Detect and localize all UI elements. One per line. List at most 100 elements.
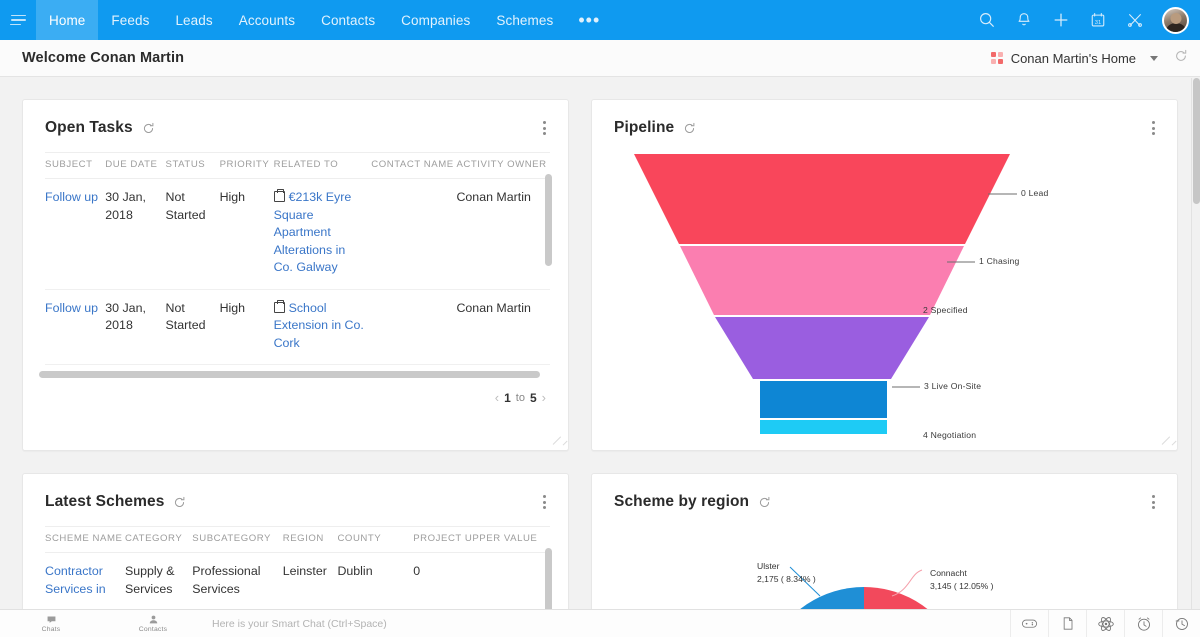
scheme-name-link[interactable]: Contractor Services in <box>45 564 106 596</box>
funnel-label-specified: 2 Specified <box>923 305 968 315</box>
col-contact-name[interactable]: CONTACT NAME <box>371 152 457 179</box>
col-county[interactable]: COUNTY <box>337 526 414 553</box>
funnel-label-live-onsite: 3 Live On-Site <box>924 381 982 391</box>
nav-tab-label: Leads <box>175 12 213 28</box>
cell-due-date: 30 Jan, 2018 <box>105 289 166 365</box>
bottom-item-chats[interactable]: Chats <box>0 614 102 633</box>
nav-tab-accounts[interactable]: Accounts <box>226 0 308 40</box>
col-subcategory[interactable]: SUBCATEGORY <box>192 526 283 553</box>
related-to-link[interactable]: School Extension in Co. Cork <box>274 301 364 350</box>
home-view-selector[interactable]: Conan Martin's Home <box>990 51 1158 66</box>
smart-chat-input[interactable]: Here is your Smart Chat (Ctrl+Space) <box>204 618 1010 630</box>
nav-tab-label: Feeds <box>111 12 150 28</box>
notes-icon[interactable] <box>1048 610 1086 637</box>
col-status[interactable]: STATUS <box>165 152 220 179</box>
refresh-icon[interactable] <box>142 122 155 135</box>
table-horizontal-scrollbar[interactable] <box>39 371 540 378</box>
col-scheme-name[interactable]: SCHEME NAME <box>45 526 125 553</box>
refresh-icon[interactable] <box>683 122 696 135</box>
pipeline-widget: Pipeline 0 Lead 1 Chasing 2 Specified 3 … <box>591 99 1178 451</box>
pipeline-funnel-chart: 0 Lead 1 Chasing 2 Specified 3 Live On-S… <box>592 144 1177 444</box>
nav-tab-leads[interactable]: Leads <box>162 0 225 40</box>
scheme-by-region-header: Scheme by region <box>592 474 1177 512</box>
kebab-menu-icon[interactable] <box>539 118 550 138</box>
nav-more-icon[interactable]: ••• <box>566 0 612 40</box>
kebab-menu-icon[interactable] <box>1148 492 1159 512</box>
nav-tab-schemes[interactable]: Schemes <box>483 0 566 40</box>
col-due-date[interactable]: DUE DATE <box>105 152 166 179</box>
next-page-button[interactable]: › <box>542 390 546 405</box>
nav-tab-label: Accounts <box>238 12 296 28</box>
prev-page-button[interactable]: ‹ <box>495 390 499 405</box>
cell-project-upper-value: 0 <box>413 552 550 611</box>
table-header-row: SCHEME NAME CATEGORY SUBCATEGORY REGION … <box>45 526 550 553</box>
col-related-to[interactable]: RELATED TO <box>273 152 372 179</box>
dashboard-row-1: Open Tasks SUBJECT DUE DATE STATUS PRIOR… <box>22 99 1178 451</box>
pie-label-connacht-value: 3,145 ( 12.05% ) <box>930 581 994 591</box>
avatar[interactable] <box>1162 6 1189 34</box>
open-tasks-header: Open Tasks <box>23 100 568 138</box>
cell-subject: Follow up <box>45 289 106 365</box>
resize-handle[interactable] <box>1161 434 1173 446</box>
search-icon[interactable] <box>977 10 997 30</box>
refresh-icon[interactable] <box>1174 49 1188 68</box>
pie-label-ulster-name: Ulster <box>757 561 780 571</box>
page-title: Welcome Conan Martin <box>22 50 185 66</box>
nav-tab-home[interactable]: Home <box>36 0 99 40</box>
bottom-item-label: Chats <box>41 626 61 633</box>
kebab-menu-icon[interactable] <box>539 492 550 512</box>
cell-activity-owner: Conan Martin <box>456 178 550 290</box>
scrollbar-thumb[interactable] <box>1193 78 1200 204</box>
notifications-bell-icon[interactable] <box>1014 10 1034 30</box>
game-controller-icon[interactable] <box>1010 610 1048 637</box>
recent-history-icon[interactable] <box>1162 610 1200 637</box>
bottom-item-contacts[interactable]: Contacts <box>102 614 204 633</box>
cell-contact-name <box>371 178 457 290</box>
nav-tab-list: Home Feeds Leads Accounts Contacts Compa… <box>36 0 612 40</box>
col-priority[interactable]: PRIORITY <box>219 152 274 179</box>
resize-handle[interactable] <box>552 434 564 446</box>
related-to-link[interactable]: €213k Eyre Square Apartment Alterations … <box>274 190 352 274</box>
table-row: Follow up 30 Jan, 2018 Not Started High … <box>45 178 550 290</box>
funnel-segment-chasing <box>680 246 964 315</box>
nav-tab-label: Home <box>49 12 86 28</box>
nav-tab-companies[interactable]: Companies <box>388 0 483 40</box>
nav-tab-label: Schemes <box>496 12 554 28</box>
bottom-bar: Chats Contacts Here is your Smart Chat (… <box>0 609 1200 637</box>
tools-icon[interactable] <box>1125 10 1145 30</box>
calendar-icon[interactable]: 31 <box>1088 10 1108 30</box>
cell-due-date: 30 Jan, 2018 <box>105 178 166 290</box>
hamburger-icon[interactable] <box>0 0 36 40</box>
table-row: Contractor Services in Supply & Services… <box>45 552 550 611</box>
top-navigation-bar: Home Feeds Leads Accounts Contacts Compa… <box>0 0 1200 40</box>
kebab-menu-icon[interactable] <box>1148 118 1159 138</box>
funnel-label-lead: 0 Lead <box>1021 188 1049 198</box>
nav-tab-feeds[interactable]: Feeds <box>98 0 162 40</box>
col-category[interactable]: CATEGORY <box>124 526 193 553</box>
chevron-down-icon[interactable] <box>1150 55 1158 61</box>
col-project-upper-value[interactable]: PROJECT UPPER VALUE <box>413 526 550 553</box>
pie-leader-connacht <box>891 569 923 597</box>
page-vertical-scrollbar[interactable] <box>1191 78 1200 609</box>
cell-category: Supply & Services <box>124 552 193 611</box>
cell-status: Not Started <box>165 289 220 365</box>
table-vertical-scrollbar[interactable] <box>545 174 552 266</box>
col-region[interactable]: REGION <box>282 526 338 553</box>
cell-scheme-name: Contractor Services in <box>45 552 125 611</box>
col-subject[interactable]: SUBJECT <box>45 152 106 179</box>
open-tasks-table: SUBJECT DUE DATE STATUS PRIORITY RELATED… <box>45 152 550 365</box>
pie-label-connacht-name: Connacht <box>930 568 967 578</box>
refresh-icon[interactable] <box>758 496 771 509</box>
add-new-icon[interactable] <box>1051 10 1071 30</box>
cell-status: Not Started <box>165 178 220 290</box>
pipeline-title: Pipeline <box>614 119 675 136</box>
alarm-clock-icon[interactable] <box>1124 610 1162 637</box>
col-activity-owner[interactable]: ACTIVITY OWNER <box>456 152 550 179</box>
task-subject-link[interactable]: Follow up <box>45 190 98 204</box>
atom-icon[interactable] <box>1086 610 1124 637</box>
task-subject-link[interactable]: Follow up <box>45 301 98 315</box>
latest-schemes-header: Latest Schemes <box>23 474 568 512</box>
refresh-icon[interactable] <box>173 496 186 509</box>
nav-tab-contacts[interactable]: Contacts <box>308 0 388 40</box>
